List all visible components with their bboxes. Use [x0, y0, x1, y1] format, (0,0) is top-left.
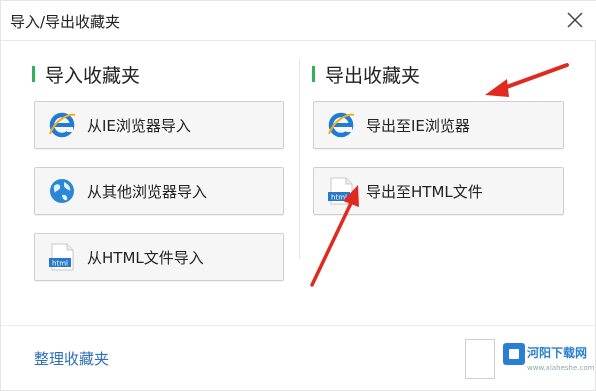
- watermark: 河阳下载网 www.xiaheshe.com: [465, 339, 595, 385]
- ie-icon: [47, 110, 77, 140]
- html-file-icon: html: [47, 242, 77, 272]
- section-divider: [299, 59, 300, 259]
- svg-text:html: html: [331, 194, 347, 202]
- export-heading-text: 导出收藏夹: [325, 64, 421, 87]
- button-label: 从其他浏览器导入: [87, 182, 208, 201]
- import-heading-text: 导入收藏夹: [45, 64, 141, 87]
- title-bar: 导入/导出收藏夹: [1, 1, 596, 41]
- export-section-heading: 导出收藏夹: [312, 63, 421, 87]
- button-label: 导出至HTML文件: [366, 182, 483, 201]
- watermark-logo-icon: [503, 343, 525, 365]
- svg-text:html: html: [52, 260, 68, 268]
- favorites-dialog: 导入/导出收藏夹 导入收藏夹 导出收藏夹 从IE浏览器导入 从其他浏览器导入 h…: [0, 0, 596, 391]
- button-label: 导出至IE浏览器: [366, 116, 470, 135]
- html-file-icon: html: [326, 176, 356, 206]
- globe-icon: [47, 176, 77, 206]
- watermark-box: [465, 339, 495, 379]
- export-to-html-button[interactable]: html 导出至HTML文件: [313, 167, 564, 215]
- import-from-other-browser-button[interactable]: 从其他浏览器导入: [34, 167, 284, 215]
- watermark-brand: 河阳下载网: [527, 346, 588, 360]
- import-from-html-button[interactable]: html 从HTML文件导入: [34, 233, 284, 281]
- export-to-ie-button[interactable]: 导出至IE浏览器: [313, 101, 564, 149]
- button-label: 从HTML文件导入: [87, 248, 204, 267]
- dialog-title: 导入/导出收藏夹: [10, 13, 121, 31]
- manage-favorites-link[interactable]: 整理收藏夹: [34, 348, 109, 369]
- import-from-ie-button[interactable]: 从IE浏览器导入: [34, 101, 284, 149]
- accent-bar: [32, 66, 35, 82]
- watermark-url: www.xiaheshe.com: [527, 364, 595, 372]
- accent-bar: [312, 66, 315, 82]
- annotation-arrow-1: [485, 63, 569, 97]
- button-label: 从IE浏览器导入: [87, 116, 191, 135]
- close-icon: [567, 12, 583, 28]
- import-section-heading: 导入收藏夹: [32, 63, 141, 87]
- footer-divider: [1, 325, 596, 326]
- ie-icon: [326, 110, 356, 140]
- close-button[interactable]: [563, 8, 587, 32]
